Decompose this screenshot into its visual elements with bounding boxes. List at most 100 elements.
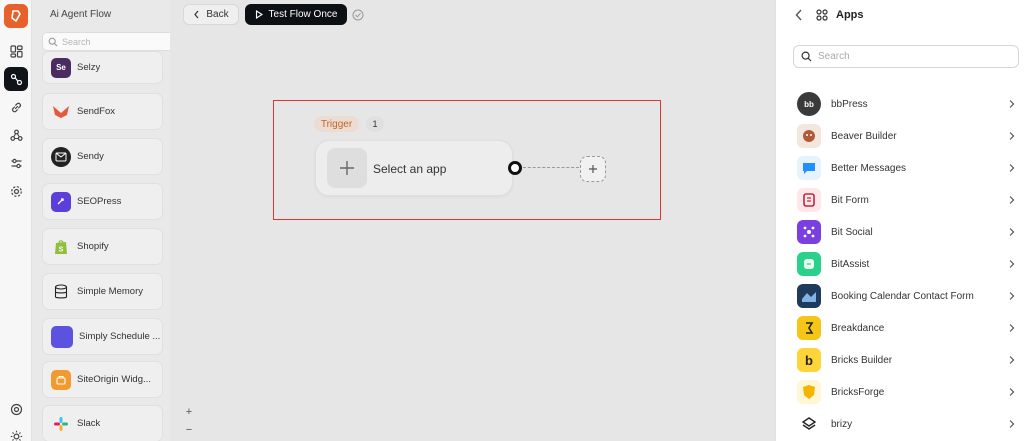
app-card-shopify[interactable]: S Shopify [42, 228, 163, 265]
chevron-left-icon [194, 10, 199, 19]
app-card-siteorigin[interactable]: SiteOrigin Widg... [42, 361, 163, 398]
app-item-brizy[interactable]: brizy [793, 409, 1019, 439]
zoom-in-button[interactable]: + [180, 404, 198, 420]
shopify-icon: S [51, 237, 71, 257]
flows-icon[interactable] [4, 67, 28, 91]
chevron-right-icon [1009, 196, 1015, 204]
chevron-right-icon [1009, 388, 1015, 396]
app-card-simply-schedule[interactable]: Simply Schedule ... [42, 318, 163, 355]
app-item-label: BricksForge [831, 386, 885, 398]
plus-icon [589, 165, 597, 173]
back-button[interactable]: Back [183, 4, 239, 25]
app-item-bit-form[interactable]: Bit Form [793, 185, 1019, 215]
app-card-label: Sendy [77, 151, 104, 162]
link-icon[interactable] [4, 95, 28, 119]
database-icon [51, 282, 71, 302]
app-item-bricks-builder[interactable]: b Bricks Builder [793, 345, 1019, 375]
chevron-right-icon [1009, 324, 1015, 332]
play-icon [255, 10, 263, 19]
sendy-icon [51, 146, 71, 167]
app-item-beaver-builder[interactable]: Beaver Builder [793, 121, 1019, 151]
add-node-button[interactable] [580, 156, 606, 182]
app-item-label: Bit Social [831, 226, 873, 238]
bricksforge-icon [797, 380, 821, 404]
back-label: Back [206, 9, 229, 20]
chevron-right-icon [1009, 228, 1015, 236]
chevron-right-icon [1009, 420, 1015, 428]
bit-social-icon [797, 220, 821, 244]
app-item-bbpress[interactable]: bb bbPress [793, 89, 1019, 119]
app-card-label: SiteOrigin Widg... [77, 374, 151, 385]
flow-canvas[interactable] [170, 0, 774, 441]
apps-panel: Apps Search bb bbPress Beaver Builder Be… [775, 0, 1024, 441]
bitassist-icon [797, 252, 821, 276]
search-icon [48, 37, 58, 46]
app-item-bit-social[interactable]: Bit Social [793, 217, 1019, 247]
siteorigin-icon [51, 369, 71, 390]
better-messages-icon [797, 156, 821, 180]
app-item-bitassist[interactable]: BitAssist [793, 249, 1019, 279]
app-item-label: Bit Form [831, 194, 869, 206]
chevron-right-icon [1009, 260, 1015, 268]
app-card-selzy[interactable]: Se Selzy [42, 51, 163, 84]
app-card-slack[interactable]: Slack [42, 405, 163, 441]
webhook-icon[interactable] [4, 123, 28, 147]
app-item-label: Breakdance [831, 322, 885, 334]
chevron-right-icon [1009, 132, 1015, 140]
app-item-better-messages[interactable]: Better Messages [793, 153, 1019, 183]
dashboard-icon[interactable] [4, 39, 28, 63]
app-logo-icon[interactable] [4, 4, 28, 28]
trigger-node[interactable]: Select an app [315, 140, 513, 196]
help-icon[interactable] [4, 397, 28, 421]
zoom-out-button[interactable]: − [180, 422, 198, 438]
app-item-label: brizy [831, 418, 853, 430]
search-placeholder: Search [62, 36, 91, 47]
apps-panel-title: Apps [836, 9, 864, 21]
chevron-left-icon[interactable] [794, 8, 804, 22]
app-card-sendfox[interactable]: SendFox [42, 93, 163, 130]
app-card-label: Shopify [77, 241, 109, 252]
apps-search-input[interactable]: Search [793, 45, 1019, 68]
settings-icon[interactable] [4, 179, 28, 203]
chevron-right-icon [1009, 100, 1015, 108]
app-card-simple-memory[interactable]: Simple Memory [42, 273, 163, 310]
app-item-label: Beaver Builder [831, 130, 897, 142]
trigger-count-badge: 1 [366, 116, 384, 132]
app-item-label: Bricks Builder [831, 354, 893, 366]
zoom-controls: + − [180, 404, 198, 438]
app-item-bricksforge[interactable]: BricksForge [793, 377, 1019, 407]
node-output-port[interactable] [508, 161, 522, 175]
test-flow-button[interactable]: Test Flow Once [245, 4, 347, 25]
app-item-breakdance[interactable]: Breakdance [793, 313, 1019, 343]
sendfox-icon [51, 102, 71, 122]
connector-line [523, 167, 579, 168]
app-card-label: Slack [77, 418, 101, 429]
simply-schedule-icon [51, 325, 73, 348]
app-item-label: Better Messages [831, 162, 907, 174]
seopress-icon [51, 191, 71, 212]
theme-icon[interactable] [4, 424, 28, 441]
test-flow-label: Test Flow Once [268, 9, 338, 20]
selzy-icon: Se [51, 57, 71, 78]
search-icon [801, 51, 812, 62]
app-card-label: Simple Memory [77, 286, 143, 297]
brizy-icon [797, 412, 821, 436]
app-card-sendy[interactable]: Sendy [42, 138, 163, 175]
plus-icon [340, 161, 354, 175]
apps-panel-header: Apps [776, 0, 1024, 33]
add-app-button[interactable] [327, 148, 367, 188]
app-item-label: BitAssist [831, 258, 870, 270]
trigger-badge: Trigger [314, 116, 359, 132]
booking-calendar-icon [797, 284, 821, 308]
check-circle-icon[interactable] [352, 9, 364, 21]
apps-icon [816, 9, 828, 21]
app-card-seopress[interactable]: SEOPress [42, 183, 163, 220]
bbpress-icon: bb [797, 92, 821, 116]
chevron-right-icon [1009, 164, 1015, 172]
svg-text:S: S [59, 246, 64, 253]
app-card-label: SendFox [77, 106, 116, 117]
slack-icon [51, 414, 71, 434]
app-card-label: Selzy [77, 62, 101, 73]
sliders-icon[interactable] [4, 151, 28, 175]
app-item-booking-calendar[interactable]: Booking Calendar Contact Form [793, 281, 1019, 311]
